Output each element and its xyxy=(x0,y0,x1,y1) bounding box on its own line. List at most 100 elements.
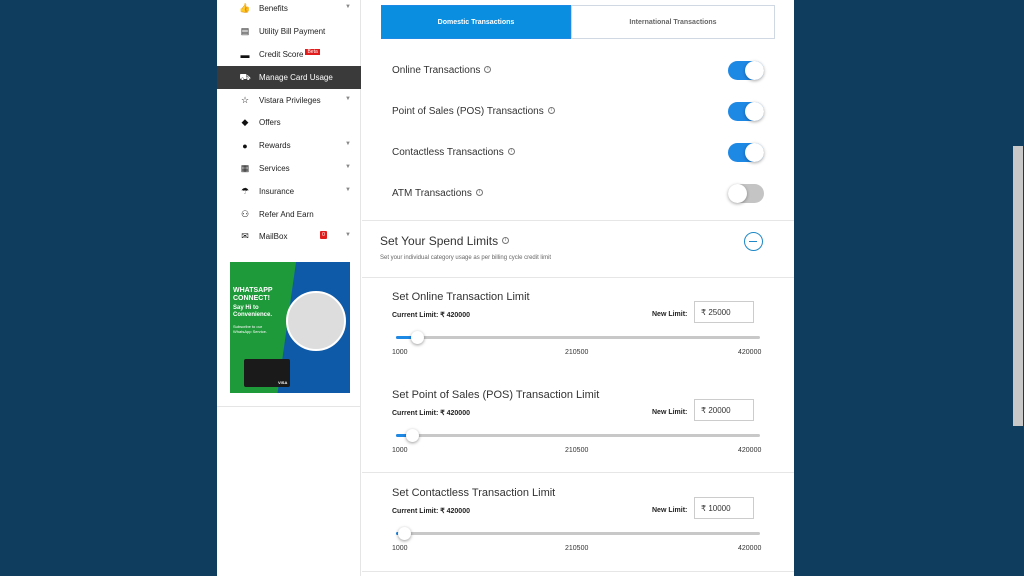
info-icon[interactable]: i xyxy=(502,237,510,245)
toggle-knob xyxy=(745,61,764,80)
rupee-icon: ₹ xyxy=(701,503,707,513)
toggle-label: Online Transactions i xyxy=(392,65,492,76)
mail-icon: ✉ xyxy=(241,231,249,241)
sidebar-item-manage-card-usage[interactable]: ⛟ Manage Card Usage xyxy=(217,66,361,89)
toggle-row-atm: ATM Transactions i xyxy=(392,184,767,204)
spend-limits-title: Set Your Spend Limits i xyxy=(380,234,510,248)
section-divider xyxy=(362,277,794,278)
services-icon: ▦ xyxy=(240,163,250,173)
sidebar-item-label: Rewards xyxy=(259,141,291,150)
banner-title: WHATSAPP CONNECT! xyxy=(233,287,273,302)
chevron-down-icon: ▼ xyxy=(345,141,351,147)
sidebar-item-utility-bill-payment[interactable]: ▤ Utility Bill Payment xyxy=(217,20,361,43)
slider-max: 420000 xyxy=(738,447,762,454)
current-limit: Current Limit: ₹ 420000 xyxy=(392,312,470,319)
sidebar-item-label: Refer And Earn xyxy=(259,210,314,219)
sidebar-item-rewards[interactable]: ● Rewards ▼ xyxy=(217,134,361,157)
limit-slider[interactable] xyxy=(396,331,760,344)
sidebar-item-vistara-privileges[interactable]: ☆ Vistara Privileges ▼ xyxy=(217,89,361,112)
sidebar: 👍 Benefits ▼ ▤ Utility Bill Payment ▬ Cr… xyxy=(217,0,361,576)
star-icon: ☆ xyxy=(240,95,250,105)
sidebar-item-credit-score[interactable]: ▬ Credit Score Beta xyxy=(217,43,361,66)
toggle-knob xyxy=(728,184,747,203)
info-icon[interactable]: i xyxy=(484,65,492,73)
limit-title: Set Point of Sales (POS) Transaction Lim… xyxy=(392,389,600,401)
limit-title: Set Online Transaction Limit xyxy=(392,291,530,303)
chevron-down-icon: ▼ xyxy=(345,4,351,10)
toggle-knob xyxy=(745,102,764,121)
chevron-down-icon: ▼ xyxy=(345,232,351,238)
chevron-down-icon: ▼ xyxy=(345,96,351,102)
current-limit: Current Limit: ₹ 420000 xyxy=(392,410,470,417)
toggle-label: Contactless Transactions i xyxy=(392,147,515,158)
new-limit-input[interactable]: ₹ 25000 xyxy=(694,301,754,323)
sidebar-item-label: Benefits xyxy=(259,4,288,13)
rupee-icon: ₹ xyxy=(701,307,707,317)
medal-icon: ● xyxy=(242,140,248,151)
card-icon: ▬ xyxy=(240,49,250,60)
limit-slider[interactable] xyxy=(396,429,760,442)
slider-thumb[interactable] xyxy=(397,527,411,540)
new-limit-label: New Limit: xyxy=(652,507,688,514)
thumbs-up-icon: 👍 xyxy=(239,3,251,13)
toggle-label: Point of Sales (POS) Transactions i xyxy=(392,106,555,117)
online-transactions-toggle[interactable] xyxy=(728,61,764,80)
atm-transactions-toggle[interactable] xyxy=(728,184,764,203)
sidebar-item-insurance[interactable]: ☂ Insurance ▼ xyxy=(217,180,361,203)
chevron-down-icon: ▼ xyxy=(345,187,351,193)
slider-min: 1000 xyxy=(392,447,408,454)
rupee-icon: ₹ xyxy=(701,405,707,415)
slider-thumb[interactable] xyxy=(406,429,420,442)
new-limit-input[interactable]: ₹ 10000 xyxy=(694,497,754,519)
pos-transactions-toggle[interactable] xyxy=(728,102,764,121)
section-divider xyxy=(362,571,794,572)
slider-mid: 210500 xyxy=(565,349,589,356)
limit-slider[interactable] xyxy=(396,527,760,540)
sidebar-item-offers[interactable]: ◆ Offers xyxy=(217,111,361,134)
main-content: Domestic Transactions International Tran… xyxy=(362,0,794,576)
whatsapp-banner[interactable]: WHATSAPP CONNECT! Say Hi to Convenience.… xyxy=(230,262,350,393)
sidebar-item-label: Manage Card Usage xyxy=(259,73,333,82)
sidebar-item-label: MailBox xyxy=(259,232,288,241)
sidebar-divider xyxy=(217,406,361,407)
tab-domestic-transactions[interactable]: Domestic Transactions xyxy=(381,5,571,39)
collapse-minus-icon[interactable] xyxy=(744,232,763,251)
info-icon[interactable]: i xyxy=(507,147,515,155)
slider-mid: 210500 xyxy=(565,545,589,552)
users-icon: ⚇ xyxy=(240,209,250,219)
truck-icon: ⛟ xyxy=(239,71,251,82)
tab-international-transactions[interactable]: International Transactions xyxy=(571,5,775,39)
info-icon[interactable]: i xyxy=(475,188,483,196)
toggle-row-online: Online Transactions i xyxy=(392,61,767,81)
slider-thumb[interactable] xyxy=(410,331,424,344)
sidebar-item-services[interactable]: ▦ Services ▼ xyxy=(217,157,361,180)
slider-min: 1000 xyxy=(392,349,408,356)
sidebar-item-label: Vistara Privileges xyxy=(259,96,321,105)
page-scrollbar-thumb[interactable] xyxy=(1013,146,1023,426)
sidebar-item-refer-and-earn[interactable]: ⚇ Refer And Earn xyxy=(217,203,361,226)
toggle-knob xyxy=(745,143,764,162)
beta-badge: Beta xyxy=(305,48,320,55)
banner-photo xyxy=(286,291,346,351)
mail-count-badge: 0 xyxy=(320,231,327,239)
new-limit-input[interactable]: ₹ 20000 xyxy=(694,399,754,421)
slider-max: 420000 xyxy=(738,349,762,356)
new-limit-label: New Limit: xyxy=(652,311,688,318)
toggle-row-contactless: Contactless Transactions i xyxy=(392,143,767,163)
limit-title: Set Contactless Transaction Limit xyxy=(392,487,556,499)
app-frame: 👍 Benefits ▼ ▤ Utility Bill Payment ▬ Cr… xyxy=(217,0,794,576)
chevron-down-icon: ▼ xyxy=(345,164,351,170)
sidebar-item-label: Services xyxy=(259,164,290,173)
sidebar-item-label: Utility Bill Payment xyxy=(259,27,326,36)
sidebar-item-label: Credit Score xyxy=(259,50,304,59)
sidebar-item-mailbox[interactable]: ✉ MailBox 0 ▼ xyxy=(217,225,361,248)
visa-logo: VISA xyxy=(278,380,288,385)
slider-max: 420000 xyxy=(738,545,762,552)
slider-min: 1000 xyxy=(392,545,408,552)
contactless-transactions-toggle[interactable] xyxy=(728,143,764,162)
sidebar-item-benefits[interactable]: 👍 Benefits ▼ xyxy=(217,0,361,20)
current-limit: Current Limit: ₹ 420000 xyxy=(392,508,470,515)
info-icon[interactable]: i xyxy=(547,106,555,114)
section-divider xyxy=(362,220,794,221)
banner-body: Subscribe to our WhatsApp Service. xyxy=(233,324,268,334)
